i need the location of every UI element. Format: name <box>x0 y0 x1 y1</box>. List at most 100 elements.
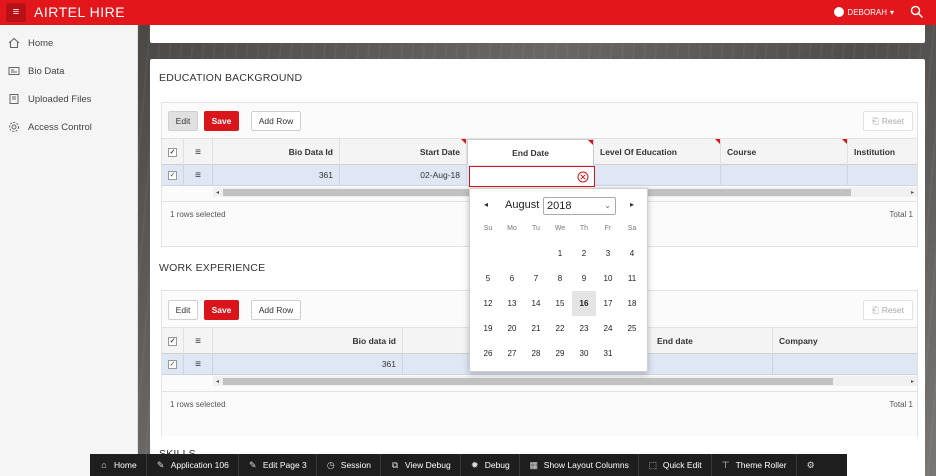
save-button[interactable]: Save <box>204 300 239 320</box>
dev-settings-button[interactable]: ⚙ <box>797 454 825 476</box>
scroll-left-icon[interactable]: ◂ <box>213 187 222 197</box>
row-checkbox[interactable]: ✓ <box>162 354 184 374</box>
scroll-left-icon[interactable]: ◂ <box>213 376 222 386</box>
dev-item-label: Application 106 <box>170 460 229 470</box>
sidebar-item-label: Bio Data <box>28 65 65 77</box>
reset-label: Reset <box>881 305 905 315</box>
calendar-day[interactable]: 6 <box>500 266 524 291</box>
reset-button[interactable]: ⎗ Reset <box>863 111 913 131</box>
cell-course[interactable] <box>721 165 848 185</box>
app-title[interactable]: AIRTEL HIRE <box>34 4 125 20</box>
calendar-day[interactable]: 27 <box>500 341 524 366</box>
scrollbar-thumb[interactable] <box>223 378 833 385</box>
search-icon[interactable] <box>910 5 924 19</box>
dev-item-label: Quick Edit <box>662 460 702 470</box>
row-actions-menu[interactable]: ≡ <box>184 165 213 185</box>
dev-view-debug-button[interactable]: ⧉ View Debug <box>381 454 461 476</box>
horizontal-scrollbar[interactable]: ◂ ▸ <box>213 376 917 386</box>
calendar-day[interactable]: 12 <box>476 291 500 316</box>
next-month-icon[interactable]: ▸ <box>630 200 634 209</box>
cell-institution[interactable] <box>848 165 917 185</box>
calendar-day[interactable]: 22 <box>548 316 572 341</box>
calendar-day[interactable]: 23 <box>572 316 596 341</box>
cell-level-of-education[interactable] <box>594 165 721 185</box>
scroll-right-icon[interactable]: ▸ <box>908 376 917 386</box>
reset-button[interactable]: ⎗ Reset <box>863 300 913 320</box>
calendar-day[interactable]: 20 <box>500 316 524 341</box>
cell-bio-data-id[interactable]: 361 <box>213 354 403 374</box>
calendar-day[interactable]: 10 <box>596 266 620 291</box>
calendar-day[interactable]: 18 <box>620 291 644 316</box>
row-actions-menu[interactable]: ≡ <box>184 354 213 374</box>
calendar-day[interactable]: 14 <box>524 291 548 316</box>
calendar-day[interactable]: 2 <box>572 241 596 266</box>
calendar-day[interactable]: 9 <box>572 266 596 291</box>
calendar-day[interactable]: 29 <box>548 341 572 366</box>
dev-item-label: View Debug <box>405 460 451 470</box>
dev-session-button[interactable]: ◷ Session <box>317 454 382 476</box>
column-header-level-of-education[interactable]: Level Of Education <box>594 139 721 165</box>
column-header-course[interactable]: Course <box>721 139 848 165</box>
calendar-day[interactable]: 3 <box>596 241 620 266</box>
weekday-label: Tu <box>532 225 540 232</box>
add-row-button[interactable]: Add Row <box>251 300 301 320</box>
calendar-day[interactable]: 7 <box>524 266 548 291</box>
user-name: DEBORAH <box>847 7 887 17</box>
clear-icon[interactable] <box>577 171 589 183</box>
calendar-day[interactable]: 24 <box>596 316 620 341</box>
user-menu[interactable]: DEBORAH ▾ <box>834 7 894 17</box>
calendar-day[interactable]: 1 <box>548 241 572 266</box>
chevron-down-icon: ▾ <box>889 7 894 17</box>
end-date-input[interactable] <box>469 166 595 187</box>
column-header-bio-data-id[interactable]: Bio data id <box>213 328 403 354</box>
sidebar-item-uploaded-files[interactable]: Uploaded Files <box>0 85 138 113</box>
calendar-day[interactable]: 8 <box>548 266 572 291</box>
calendar-day[interactable]: 30 <box>572 341 596 366</box>
cell-start-date[interactable]: 02-Aug-18 <box>340 165 467 185</box>
calendar-day[interactable]: 5 <box>476 266 500 291</box>
sidebar-item-access-control[interactable]: Access Control <box>0 113 138 141</box>
calendar-day[interactable]: 13 <box>500 291 524 316</box>
row-checkbox[interactable]: ✓ <box>162 165 184 185</box>
dev-home-button[interactable]: ⌂ Home <box>90 454 147 476</box>
rows-selected-text: 1 rows selected <box>170 400 226 409</box>
calendar-day[interactable]: 21 <box>524 316 548 341</box>
select-all-checkbox[interactable]: ✓ <box>162 139 184 165</box>
save-button[interactable]: Save <box>204 111 239 131</box>
year-select[interactable]: 2018 ⌄ <box>543 197 616 215</box>
dev-edit-page-button[interactable]: ✎ Edit Page 3 <box>239 454 317 476</box>
reset-label: Reset <box>881 116 905 126</box>
sidebar-item-bio-data[interactable]: Bio Data <box>0 57 138 85</box>
column-header-company[interactable]: Company <box>773 328 917 354</box>
edit-button[interactable]: Edit <box>168 111 198 131</box>
dev-theme-roller-button[interactable]: ⊤ Theme Roller <box>712 454 797 476</box>
column-header-institution[interactable]: Institution <box>848 139 917 165</box>
dev-application-button[interactable]: ✎ Application 106 <box>147 454 239 476</box>
column-header-bio-data-id[interactable]: Bio Data Id <box>213 139 340 165</box>
dev-debug-button[interactable]: ✹ Debug <box>461 454 520 476</box>
select-all-checkbox[interactable]: ✓ <box>162 328 184 354</box>
edit-button[interactable]: Edit <box>168 300 198 320</box>
calendar-day[interactable]: 11 <box>620 266 644 291</box>
scroll-right-icon[interactable]: ▸ <box>908 187 917 197</box>
previous-month-icon[interactable]: ◂ <box>484 200 488 209</box>
calendar-day[interactable]: 16 <box>572 291 596 316</box>
calendar-day[interactable]: 26 <box>476 341 500 366</box>
calendar-day[interactable]: 31 <box>596 341 620 366</box>
column-header-end-date[interactable]: End Date <box>467 139 594 165</box>
calendar-day[interactable]: 25 <box>620 316 644 341</box>
total-count: Total 1 <box>889 210 913 219</box>
calendar-day[interactable]: 17 <box>596 291 620 316</box>
calendar-day[interactable]: 19 <box>476 316 500 341</box>
calendar-day[interactable]: 15 <box>548 291 572 316</box>
sidebar-item-home[interactable]: Home <box>0 29 138 57</box>
menu-toggle-button[interactable]: ≡ <box>6 3 26 22</box>
dev-show-layout-columns-button[interactable]: ▦ Show Layout Columns <box>520 454 639 476</box>
dev-quick-edit-button[interactable]: ⬚ Quick Edit <box>639 454 712 476</box>
calendar-day[interactable]: 28 <box>524 341 548 366</box>
add-row-button[interactable]: Add Row <box>251 111 301 131</box>
calendar-day[interactable]: 4 <box>620 241 644 266</box>
column-header-start-date[interactable]: Start Date <box>340 139 467 165</box>
cell-bio-data-id[interactable]: 361 <box>213 165 340 185</box>
cell-company[interactable] <box>773 354 917 374</box>
